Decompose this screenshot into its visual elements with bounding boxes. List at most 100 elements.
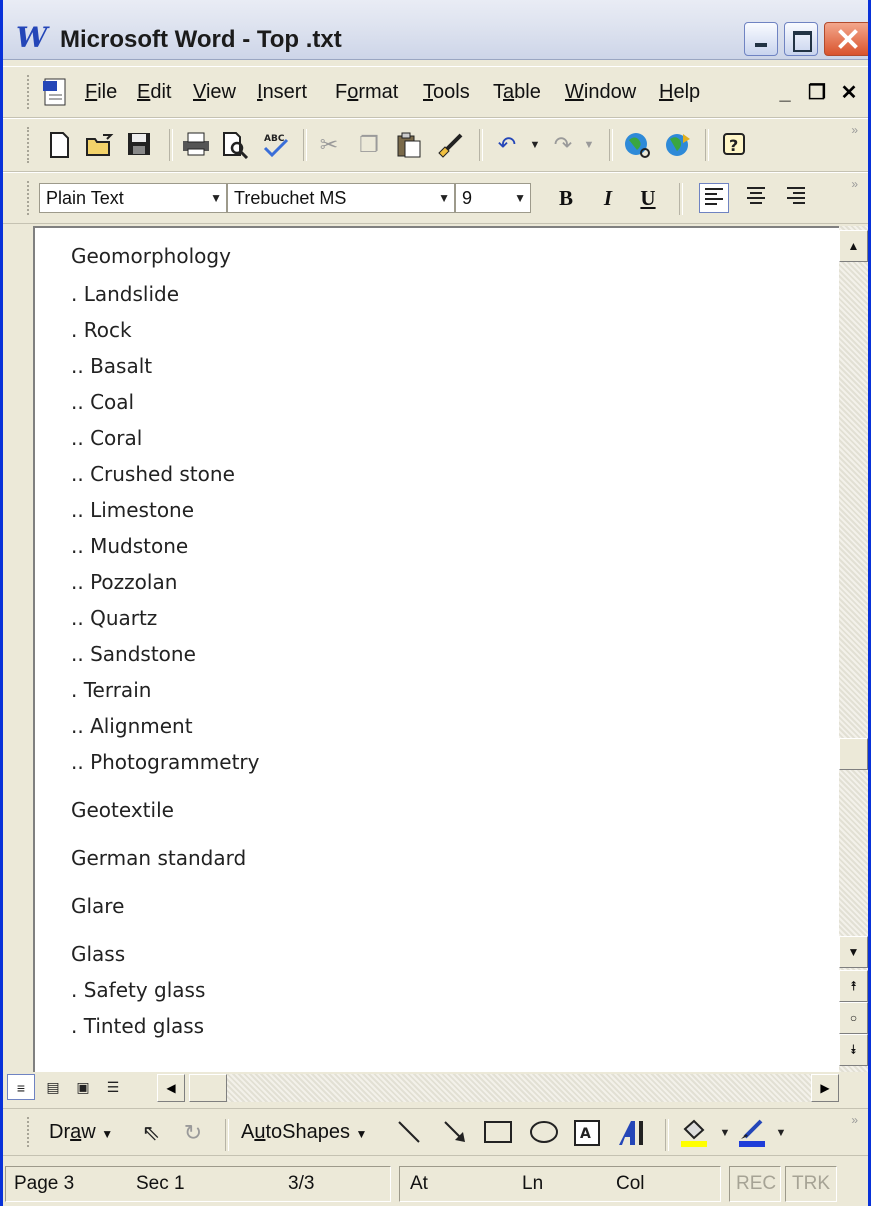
close-button[interactable] <box>824 22 868 56</box>
print-layout-view-icon[interactable]: ▣ <box>69 1074 97 1100</box>
status-rec[interactable]: REC <box>729 1166 781 1202</box>
print-icon[interactable] <box>181 131 209 159</box>
redo-icon[interactable]: ↷ <box>549 131 577 159</box>
vertical-scrollbar[interactable]: ▲ ▼ ⯭ ○ ⯯ <box>839 226 868 1072</box>
document-line[interactable]: .. Coal <box>71 390 134 414</box>
save-icon[interactable] <box>125 131 153 159</box>
outline-view-icon[interactable]: ☰ <box>99 1074 127 1100</box>
scroll-down-icon[interactable]: ▼ <box>839 936 868 968</box>
cut-icon[interactable]: ✂ <box>315 131 343 159</box>
autoshapes-menu-button[interactable]: AutoShapes ▼ <box>241 1121 367 1144</box>
wordart-icon[interactable] <box>615 1119 643 1147</box>
document-line[interactable]: German standard <box>71 846 246 870</box>
web-layout-view-icon[interactable]: ▤ <box>39 1074 67 1100</box>
doc-restore-icon[interactable]: ❐ <box>804 79 830 106</box>
title-bar[interactable]: W Microsoft Word - Top .txt <box>3 0 868 60</box>
style-select[interactable]: Plain Text ▼ <box>39 183 227 213</box>
document-line[interactable]: .. Pozzolan <box>71 570 177 594</box>
document-body[interactable]: Geomorphology . Landslide . Rock .. Basa… <box>33 226 841 1074</box>
previous-page-icon[interactable]: ⯭ <box>839 970 868 1002</box>
document-line[interactable]: .. Crushed stone <box>71 462 235 486</box>
document-line[interactable]: .. Limestone <box>71 498 194 522</box>
font-size-select[interactable]: 9 ▼ <box>455 183 531 213</box>
open-folder-icon[interactable] <box>85 131 114 159</box>
select-browse-object-icon[interactable]: ○ <box>839 1002 868 1034</box>
insert-hyperlink-icon[interactable] <box>623 131 651 159</box>
doc-close-icon[interactable]: ✕ <box>836 79 862 106</box>
document-line[interactable]: .. Coral <box>71 426 142 450</box>
undo-dropdown-icon[interactable]: ▼ <box>521 131 549 159</box>
select-objects-icon[interactable]: ⇖ <box>137 1119 165 1147</box>
document-line[interactable]: Glass <box>71 942 125 966</box>
paste-icon[interactable] <box>395 131 423 159</box>
document-line[interactable]: . Terrain <box>71 678 151 702</box>
minimize-button[interactable] <box>744 22 778 56</box>
next-page-icon[interactable]: ⯯ <box>839 1034 868 1066</box>
underline-button[interactable]: U <box>633 183 663 213</box>
document-line[interactable]: . Landslide <box>71 282 179 306</box>
draw-menu-button[interactable]: Draw ▼ <box>49 1121 113 1144</box>
document-line[interactable]: .. Mudstone <box>71 534 188 558</box>
chevron-down-icon[interactable]: ▼ <box>210 184 222 212</box>
free-rotate-icon[interactable]: ↻ <box>179 1119 207 1147</box>
redo-dropdown-icon[interactable]: ▼ <box>575 131 603 159</box>
document-line[interactable]: . Rock <box>71 318 132 342</box>
status-trk[interactable]: TRK <box>785 1166 837 1202</box>
print-preview-icon[interactable] <box>221 131 249 160</box>
scroll-thumb[interactable] <box>839 738 868 770</box>
document-line[interactable]: .. Sandstone <box>71 642 196 666</box>
menu-help[interactable]: Help <box>659 81 700 104</box>
toolbar-options-icon[interactable]: » <box>851 1113 858 1127</box>
document-line[interactable]: .. Basalt <box>71 354 152 378</box>
align-left-button[interactable] <box>699 183 729 213</box>
menu-file[interactable]: File <box>85 81 117 104</box>
menu-insert[interactable]: Insert <box>257 81 307 104</box>
align-center-button[interactable] <box>741 183 771 213</box>
fill-color-dropdown-icon[interactable]: ▼ <box>711 1119 739 1147</box>
line-color-dropdown-icon[interactable]: ▼ <box>767 1119 795 1147</box>
chevron-down-icon[interactable]: ▼ <box>514 184 526 212</box>
toolbar-grip[interactable] <box>27 181 34 215</box>
scroll-left-icon[interactable]: ◀ <box>157 1074 185 1102</box>
text-box-tool-icon[interactable]: A <box>573 1119 601 1147</box>
menu-edit[interactable]: Edit <box>137 81 171 104</box>
horizontal-scrollbar[interactable]: ◀ ▶ <box>157 1074 839 1102</box>
fill-color-icon[interactable] <box>679 1117 707 1147</box>
new-document-icon[interactable] <box>45 131 73 159</box>
help-icon[interactable]: ? <box>721 131 749 159</box>
arrow-tool-icon[interactable] <box>441 1119 469 1147</box>
line-color-icon[interactable] <box>737 1117 765 1147</box>
document-line[interactable]: . Tinted glass <box>71 1014 204 1038</box>
menu-format[interactable]: Format <box>335 81 398 104</box>
document-line[interactable]: . Safety glass <box>71 978 205 1002</box>
align-right-button[interactable] <box>781 183 811 213</box>
oval-tool-icon[interactable] <box>529 1119 558 1147</box>
document-line[interactable]: .. Quartz <box>71 606 157 630</box>
toolbar-grip[interactable] <box>27 1117 34 1147</box>
line-tool-icon[interactable] <box>395 1119 423 1147</box>
normal-view-icon[interactable]: ≡ <box>7 1074 35 1100</box>
format-painter-icon[interactable] <box>435 131 463 159</box>
menu-tools[interactable]: Tools <box>423 81 470 104</box>
toolbar-options-icon[interactable]: » <box>851 123 858 137</box>
maximize-button[interactable] <box>784 22 818 56</box>
font-select[interactable]: Trebuchet MS ▼ <box>227 183 455 213</box>
bold-button[interactable]: B <box>551 183 581 213</box>
document-line[interactable]: Glare <box>71 894 124 918</box>
document-line[interactable]: Geotextile <box>71 798 174 822</box>
rectangle-tool-icon[interactable] <box>483 1119 512 1147</box>
web-toolbar-icon[interactable] <box>663 131 691 159</box>
italic-button[interactable]: I <box>593 183 623 213</box>
scroll-right-icon[interactable]: ▶ <box>811 1074 839 1102</box>
chevron-down-icon[interactable]: ▼ <box>438 184 450 212</box>
menu-window[interactable]: Window <box>565 81 636 104</box>
undo-icon[interactable]: ↶ <box>493 131 521 159</box>
doc-minimize-icon[interactable]: _ <box>772 81 798 106</box>
toolbar-grip[interactable] <box>27 127 34 163</box>
document-line[interactable]: .. Photogrammetry <box>71 750 259 774</box>
document-line[interactable]: Geomorphology <box>71 244 231 268</box>
toolbar-options-icon[interactable]: » <box>851 177 858 191</box>
copy-icon[interactable]: ❐ <box>355 131 383 159</box>
document-icon[interactable] <box>41 77 69 106</box>
spelling-grammar-icon[interactable]: ABC <box>261 131 289 159</box>
